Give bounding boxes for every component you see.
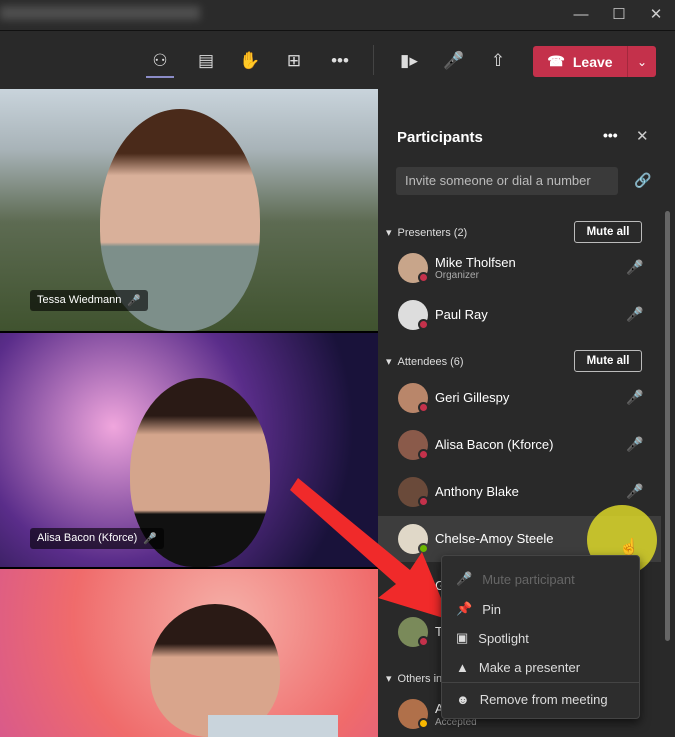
panel-title: Participants [397, 129, 483, 146]
leave-button[interactable]: ☎ Leave ⌄ [533, 46, 656, 77]
share-screen-icon[interactable]: ⇧ [484, 49, 512, 73]
section-label: Presenters (2) [397, 226, 468, 239]
toolbar-divider [373, 45, 374, 75]
scrollbar[interactable] [665, 211, 670, 641]
menu-item-make-presenter[interactable]: ▲ Make a presenter [442, 652, 639, 682]
status-badge [418, 636, 429, 647]
participant-name: Alisa Bacon (Kforce) [435, 437, 554, 452]
title-bar: — ☐ ✕ [0, 0, 675, 31]
mic-off-icon[interactable]: 🎤 [626, 436, 643, 453]
participant-role: Organizer [435, 270, 479, 281]
menu-label: Remove from meeting [479, 691, 608, 707]
participant-name: Alisa Bacon (Kforce) [37, 532, 138, 544]
pin-icon: 📌 [456, 601, 473, 616]
list-item[interactable]: Geri Gillespy 🎤 [378, 375, 661, 421]
close-window-icon[interactable]: ✕ [643, 4, 669, 26]
close-panel-icon[interactable]: ✕ [636, 127, 649, 145]
spotlight-icon: ▣ [456, 630, 469, 645]
status-badge [418, 449, 429, 460]
caret-icon: ▾ [386, 356, 392, 368]
mic-off-icon[interactable]: 🎤 [626, 306, 643, 323]
leave-label: Leave [572, 53, 613, 70]
menu-item-spotlight[interactable]: ▣ Spotlight [442, 623, 639, 653]
presenters-section[interactable]: ▾ Presenters (2) [386, 226, 468, 240]
meeting-toolbar: ⚇ ▤ ✋ ⊞ ••• ▮▸ 🎤 ⇧ ☎ Leave ⌄ [0, 31, 675, 89]
list-item[interactable]: Mike Tholfsen Organizer 🎤 [378, 245, 661, 291]
mic-off-icon: 🎤 [456, 571, 473, 586]
microphone-icon[interactable]: 🎤 [626, 259, 643, 276]
participant-name: Geri Gillespy [435, 390, 510, 405]
status-badge [418, 718, 429, 729]
name-chip: Tessa Wiedmann 🎤 [30, 290, 149, 311]
participant-name: Mike Tholfsen [435, 255, 516, 270]
participants-icon[interactable]: ⚇ [146, 49, 174, 73]
video-tile[interactable]: Tessa Wiedmann 🎤 [0, 89, 378, 331]
maximize-icon[interactable]: ☐ [606, 4, 632, 26]
name-chip: Alisa Bacon (Kforce) 🎤 [30, 528, 164, 549]
hang-up-icon: ☎ [547, 53, 565, 69]
self-view [208, 715, 338, 737]
mic-off-icon: 🎤 [127, 295, 142, 307]
invite-input[interactable]: Invite someone or dial a number [396, 167, 618, 195]
share-link-icon[interactable]: 🔗 [634, 172, 651, 189]
caret-icon: ▾ [386, 227, 392, 239]
remove-person-icon: ☻ [456, 691, 470, 707]
mute-all-attendees-button[interactable]: Mute all [574, 350, 642, 372]
menu-item-remove[interactable]: ☻ Remove from meeting [442, 684, 639, 714]
participant-context-menu: 🎤 Mute participant 📌 Pin ▣ Spotlight ▲ Make … [441, 555, 640, 719]
status-badge [418, 319, 429, 330]
microphone-icon[interactable]: 🎤 [440, 49, 468, 73]
status-badge [418, 402, 429, 413]
more-actions-icon[interactable]: ••• [326, 49, 354, 73]
list-item[interactable]: Paul Ray 🎤 [378, 292, 661, 338]
mute-all-presenters-button[interactable]: Mute all [574, 221, 642, 243]
red-arrow-annotation [290, 478, 450, 620]
menu-label: Mute participant [482, 571, 575, 587]
camera-icon[interactable]: ▮▸ [395, 49, 423, 73]
caret-icon: ▾ [386, 673, 392, 685]
chevron-down-icon[interactable]: ⌄ [628, 55, 656, 69]
menu-label: Spotlight [478, 630, 529, 646]
blurred-title [0, 6, 200, 20]
status-badge [418, 272, 429, 283]
others-section[interactable]: ▾ Others in [386, 672, 443, 686]
menu-item-pin[interactable]: 📌 Pin [442, 594, 639, 624]
attendees-section[interactable]: ▾ Attendees (6) [386, 355, 464, 369]
menu-item-mute[interactable]: 🎤 Mute participant [442, 564, 639, 594]
raise-hand-icon[interactable]: ✋ [236, 49, 264, 73]
selected-indicator [146, 76, 174, 78]
presenter-icon: ▲ [456, 659, 469, 675]
menu-label: Make a presenter [478, 659, 581, 675]
menu-divider [442, 682, 639, 683]
participant-name: Tessa Wiedmann [37, 294, 122, 306]
more-options-icon[interactable]: ••• [603, 127, 618, 143]
mic-off-icon[interactable]: 🎤 [626, 483, 643, 500]
participant-name: Paul Ray [435, 307, 488, 322]
mic-off-icon: 🎤 [143, 533, 157, 545]
hand-cursor-icon: ☝ [619, 539, 639, 556]
section-label: Attendees (6) [397, 355, 464, 368]
menu-label: Pin [482, 601, 501, 617]
microphone-icon[interactable]: 🎤 [626, 389, 643, 406]
section-label: Others in [397, 672, 443, 685]
breakout-rooms-icon[interactable]: ⊞ [280, 49, 308, 73]
minimize-icon[interactable]: — [568, 4, 594, 26]
chat-icon[interactable]: ▤ [192, 49, 220, 73]
list-item[interactable]: Alisa Bacon (Kforce) 🎤 [378, 422, 661, 468]
video-stage: Tessa Wiedmann 🎤 Alisa Bacon (Kforce) 🎤 [0, 89, 378, 737]
